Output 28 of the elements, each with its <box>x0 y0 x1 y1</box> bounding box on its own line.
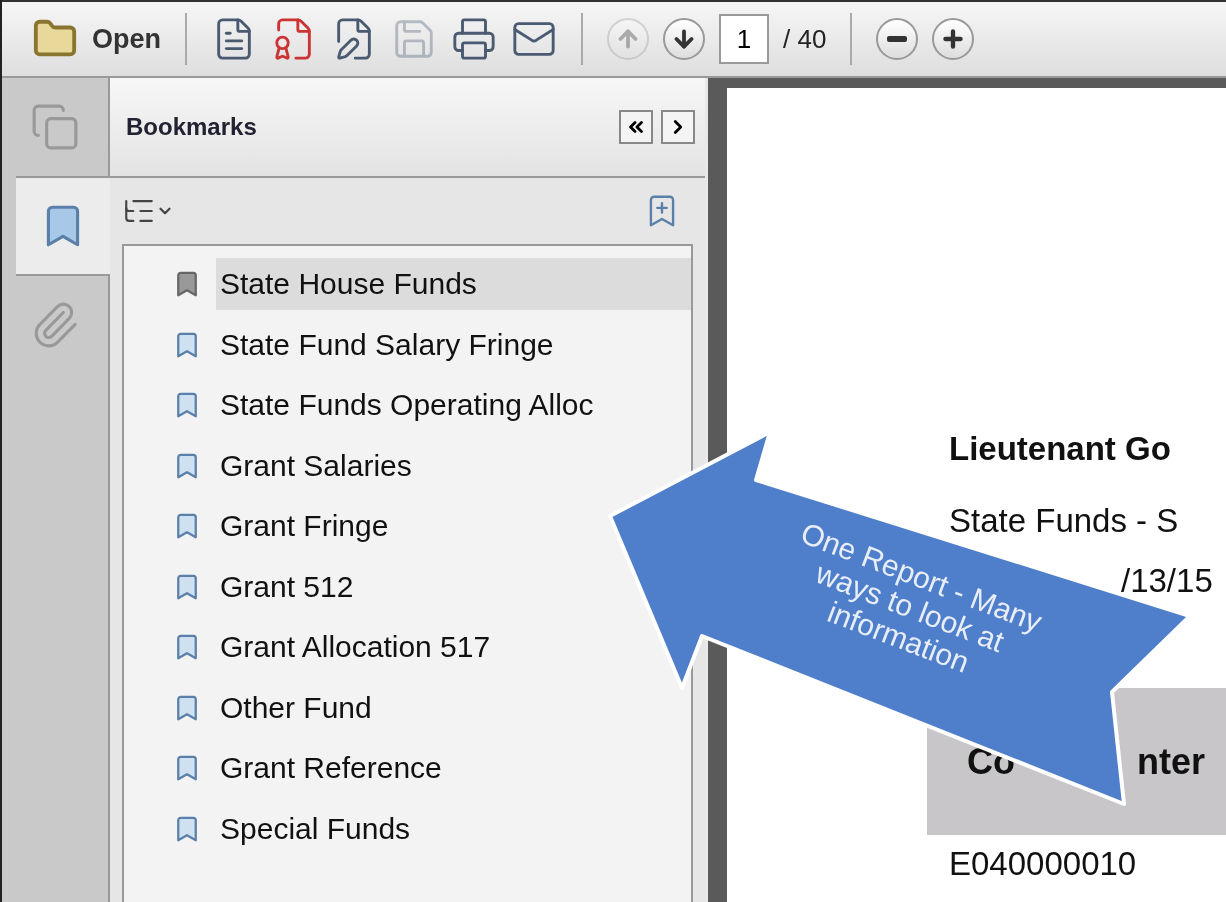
print-icon[interactable] <box>451 16 497 62</box>
bookmark-item[interactable]: Grant Allocation 517 <box>216 621 495 674</box>
bookmarks-tab[interactable] <box>16 176 110 276</box>
next-page-button[interactable] <box>663 18 705 60</box>
bookmark-item[interactable]: Grant Salaries <box>216 439 416 492</box>
bookmark-item[interactable]: State Funds Operating Alloc <box>216 379 598 432</box>
bookmark-item[interactable]: State Fund Salary Fringe <box>216 318 558 371</box>
bookmark-item[interactable]: Grant Reference <box>216 742 446 795</box>
header-text: nter <box>1137 740 1205 783</box>
document-subtitle: State Funds - S <box>949 502 1180 540</box>
table-cell-text: E040000010 <box>949 845 1138 883</box>
collapse-panel-button[interactable] <box>619 110 653 144</box>
expand-panel-button[interactable] <box>661 110 695 144</box>
bookmark-item[interactable]: Grant 512 <box>216 560 358 613</box>
bookmark-item[interactable]: Grant Fringe <box>216 500 393 553</box>
bookmark-item[interactable]: Special Funds <box>216 802 415 855</box>
page-total: / 40 <box>783 23 827 55</box>
minus-icon <box>887 36 908 42</box>
page-number-field[interactable]: 1 <box>719 14 769 64</box>
open-button[interactable]: Open <box>32 16 161 62</box>
panel-title: Bookmarks <box>126 113 257 141</box>
zoom-in-button[interactable] <box>932 18 975 60</box>
bookmark-item[interactable]: Other Fund <box>216 681 376 734</box>
document-title: Lieutenant Go <box>949 430 1172 468</box>
zoom-out-button[interactable] <box>876 18 919 60</box>
document-date: /13/15 <box>1121 562 1214 600</box>
bookmark-item[interactable]: State House Funds <box>216 258 691 311</box>
pages-icon <box>30 102 80 152</box>
